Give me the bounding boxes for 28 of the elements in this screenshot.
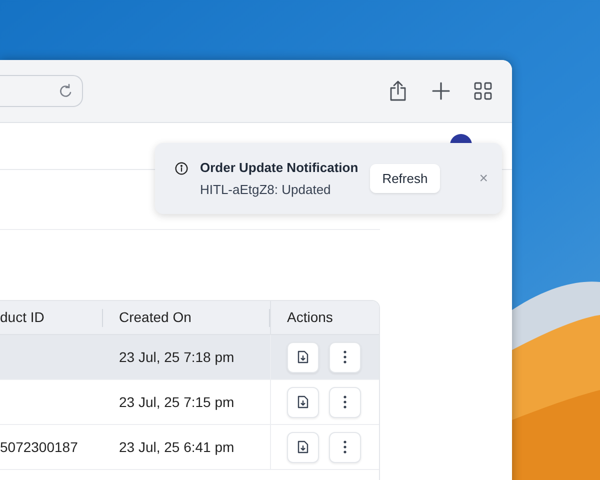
column-header: Created On [119, 308, 192, 327]
table-cell: 23 Jul, 25 7:15 pm [119, 394, 234, 410]
file-download-icon [297, 350, 309, 364]
column-header: Actions [287, 308, 333, 327]
table-cell: 23 Jul, 25 7:18 pm [119, 348, 234, 364]
file-download-icon [297, 395, 309, 409]
table-row[interactable]: 5072300187 23 Jul, 25 6:41 pm [0, 425, 379, 470]
share-icon[interactable] [388, 80, 408, 102]
file-download-icon [297, 440, 309, 454]
plus-icon[interactable] [432, 82, 450, 100]
more-options-icon [343, 395, 347, 409]
column-header: duct ID [0, 308, 44, 327]
refresh-button[interactable]: Refresh [370, 164, 440, 193]
table-row[interactable]: 23 Jul, 25 7:18 pm [0, 335, 379, 380]
download-button[interactable] [287, 432, 319, 462]
reload-icon[interactable] [58, 83, 74, 99]
notification-message: HITL-aEtgZ8: Updated [200, 180, 332, 199]
grid-icon[interactable] [474, 82, 492, 100]
more-options-icon [343, 350, 347, 364]
download-button[interactable] [287, 386, 319, 418]
table-cell: 5072300187 [0, 438, 78, 454]
address-field[interactable] [0, 75, 83, 107]
more-options-icon [343, 440, 347, 454]
table-row[interactable]: 23 Jul, 25 7:15 pm [0, 380, 379, 425]
info-icon [175, 162, 188, 175]
table-cell: 23 Jul, 25 6:41 pm [119, 438, 234, 454]
notification-title: Order Update Notification [200, 159, 358, 177]
download-button[interactable] [287, 342, 319, 372]
